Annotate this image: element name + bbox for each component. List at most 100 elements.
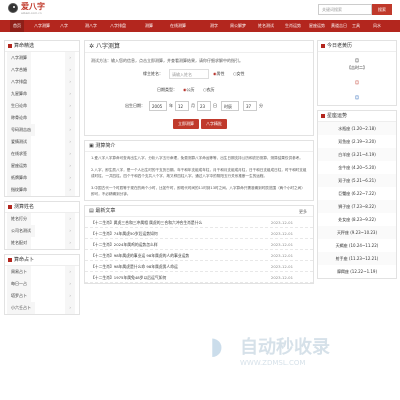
nav-item-bazi-cesuan[interactable]: 八字测算 xyxy=(34,20,50,32)
articles-section-title-text: 最新文章 xyxy=(95,208,116,214)
left-item[interactable]: 爱情测试 › xyxy=(5,136,79,148)
today-almanac-panel: 今日老黄历 【】 【吉时二】 【】 【】 xyxy=(317,40,397,106)
left-item[interactable]: 星座运势 › xyxy=(5,160,79,172)
left-item[interactable]: 称骨论命 › xyxy=(5,112,79,124)
horoscope-item[interactable]: 巨蟹座 (6.22~7.22) xyxy=(318,187,396,200)
chevron-right-icon: › xyxy=(65,124,75,136)
chevron-right-icon: › xyxy=(65,266,75,278)
article-title: 2024年属鸡的运势怎么样 xyxy=(113,242,158,247)
gender-male-radio[interactable]: ◉男性 xyxy=(213,71,225,77)
chevron-right-icon: › xyxy=(65,237,75,249)
left-item-label: 爱情测试 xyxy=(7,136,31,148)
horoscope-item[interactable]: 天秤座 (9.23~10.23) xyxy=(318,226,396,239)
name-input[interactable]: 请输入姓名 xyxy=(169,69,209,79)
left-item[interactable]: 姓名配对 › xyxy=(5,237,79,249)
left-item[interactable]: 九星算命 › xyxy=(5,88,79,100)
article-title: 属虎三合和三冲属相 属虎的三合和六冲合生肖是什么 xyxy=(113,220,203,225)
article-row[interactable]: 【十二生肖】98年属虎是什么命 98年属虎男人命运 2023-12-01 xyxy=(85,261,313,272)
horoscope-title-text: 星座运势 xyxy=(327,113,348,119)
nav-item-tools[interactable]: 工具 xyxy=(352,20,360,32)
left-item[interactable]: 小六壬占卜 › xyxy=(5,302,79,314)
left-item[interactable]: 在线求签 › xyxy=(5,148,79,160)
article-row[interactable]: 【十二生肖】74年属虎50岁后运势如何 2023-12-01 xyxy=(85,228,313,239)
horoscope-list: 水瓶座 (1.20~2.18) 双鱼座 (2.19~3.20) 白羊座 (3.2… xyxy=(318,122,396,278)
article-date: 2023-12-01 xyxy=(270,220,293,225)
search-input[interactable]: 关键词搜索 xyxy=(318,4,372,15)
more-link[interactable]: 更多 xyxy=(299,206,307,217)
left-item[interactable]: 八字测算 › xyxy=(5,52,79,64)
horoscope-item[interactable]: 天蝎座 (10.24~11.22) xyxy=(318,239,396,252)
nav-item-fengshui[interactable]: 风水 xyxy=(373,20,381,32)
left-item[interactable]: 每日一占 › xyxy=(5,278,79,290)
left-item-label: 生日论命 xyxy=(7,100,31,112)
nav-item-paipan[interactable]: 八字排盘 xyxy=(110,20,126,32)
horoscope-item[interactable]: 水瓶座 (1.20~2.18) xyxy=(318,122,396,135)
month-select[interactable]: 12 xyxy=(175,101,189,111)
day-unit: 日 xyxy=(213,103,217,108)
watermark-logo-icon: ◗ xyxy=(210,332,223,360)
left-item[interactable]: 八字合婚 › xyxy=(5,64,79,76)
day-select[interactable]: 23 xyxy=(197,101,211,111)
detail-button[interactable]: 八字精批 xyxy=(201,119,227,129)
nav-item-cesuan[interactable]: 测算 xyxy=(145,20,153,32)
left-item[interactable]: 指纹算命 › xyxy=(5,184,79,196)
left-item[interactable]: 号码测吉凶 › xyxy=(5,124,79,136)
yin-yang-logo-icon[interactable] xyxy=(8,3,18,13)
hour-select[interactable]: 时辰 xyxy=(221,101,239,111)
left-item[interactable]: 周易占卜 › xyxy=(5,266,79,278)
left-item[interactable]: 姓名打分 › xyxy=(5,213,79,225)
year-select[interactable]: 2005 xyxy=(149,101,167,111)
left-item-label: 姓名配对 xyxy=(7,237,31,249)
left-item[interactable]: 塔罗占卜 › xyxy=(5,290,79,302)
article-row[interactable]: 【十二生肖】2024年属鸡的运势怎么样 2023-12-01 xyxy=(85,239,313,250)
year-unit: 年 xyxy=(169,103,173,108)
horoscope-item[interactable]: 白羊座 (3.21~4.19) xyxy=(318,148,396,161)
minute-select[interactable]: 37 xyxy=(243,101,257,111)
article-row[interactable]: 【十二生肖】1975年属兔48岁以后运气如何 2023-12-01 xyxy=(85,272,313,283)
gender-female-radio[interactable]: ○女性 xyxy=(233,71,245,77)
horoscope-item[interactable]: 摩羯座 (12.22~1.19) xyxy=(318,265,396,278)
nav-item-huangdao[interactable]: 黄道吉日 xyxy=(331,20,347,32)
horoscope-item[interactable]: 射手座 (11.23~12.21) xyxy=(318,252,396,265)
almanac-line: 【】 xyxy=(353,95,361,100)
name-label: 缘主姓名： xyxy=(143,71,163,76)
intro-paragraph-3: 3.中国古代一个时辰等于现在的两个小时，比如午时，即现代时间的11时到13时之间… xyxy=(91,186,305,196)
chevron-right-icon: › xyxy=(65,64,75,76)
article-tag: 【十二生肖】 xyxy=(91,231,114,236)
left-item-label: 称骨论命 xyxy=(7,112,31,124)
nav-item-name[interactable]: 姓名测试 xyxy=(258,20,274,32)
horoscope-item[interactable]: 金牛座 (4.20~5.20) xyxy=(318,161,396,174)
left-item[interactable]: 八字排盘 › xyxy=(5,76,79,88)
left-item[interactable]: 生日论命 › xyxy=(5,100,79,112)
article-tag: 【十二生肖】 xyxy=(91,242,114,247)
left-item-label: 每日一占 xyxy=(7,278,31,290)
article-row[interactable]: 【十二生肖】98年属虎的事业运 98年属虎的人的事业运势 2023-12-01 xyxy=(85,250,313,261)
nav-item-ce-bazi[interactable]: 测八字 xyxy=(85,20,97,32)
nav-item-cezi[interactable]: 测字 xyxy=(210,20,218,32)
horoscope-item[interactable]: 狮子座 (7.23~8.22) xyxy=(318,200,396,213)
horoscope-item[interactable]: 双鱼座 (2.19~3.20) xyxy=(318,135,396,148)
calendar-lunar-radio[interactable]: ○农历 xyxy=(203,87,215,93)
submit-button[interactable]: 立即测算 xyxy=(173,119,199,129)
calendar-solar-radio[interactable]: ◉公历 xyxy=(183,87,195,93)
left-panel-title-text: 测算姓名 xyxy=(14,204,35,210)
left-item-label: 小六壬占卜 xyxy=(7,302,35,314)
search-button[interactable]: 搜索 xyxy=(372,4,392,15)
nav-item-dream[interactable]: 周公解梦 xyxy=(230,20,246,32)
left-item[interactable]: 公司名测试 › xyxy=(5,225,79,237)
book-icon: ▣ xyxy=(89,143,94,149)
nav-item-home[interactable]: 首页 xyxy=(10,20,24,32)
nav-item-online[interactable]: 在线测算 xyxy=(170,20,186,32)
birth-label: 出生日期： xyxy=(125,103,145,108)
horoscope-item[interactable]: 处女座 (8.23~9.22) xyxy=(318,213,396,226)
article-title: 98年属虎的事业运 98年属虎的人的事业运势 xyxy=(113,253,190,258)
nav-item-bazi[interactable]: 八字 xyxy=(60,20,68,32)
left-item[interactable]: 纸牌算命 › xyxy=(5,172,79,184)
nav-item-xingzuo[interactable]: 星座运势 xyxy=(309,20,325,32)
chevron-right-icon: › xyxy=(65,302,75,314)
article-row[interactable]: 【十二生肖】属虎三合和三冲属相 属虎的三合和六冲合生肖是什么 2023-12-01 xyxy=(85,217,313,228)
nav-item-shengxiao[interactable]: 生肖运势 xyxy=(285,20,301,32)
square-icon xyxy=(8,257,12,262)
horoscope-item[interactable]: 双子座 (5.21~6.21) xyxy=(318,174,396,187)
left-item-label: 纸牌算命 xyxy=(7,172,31,184)
